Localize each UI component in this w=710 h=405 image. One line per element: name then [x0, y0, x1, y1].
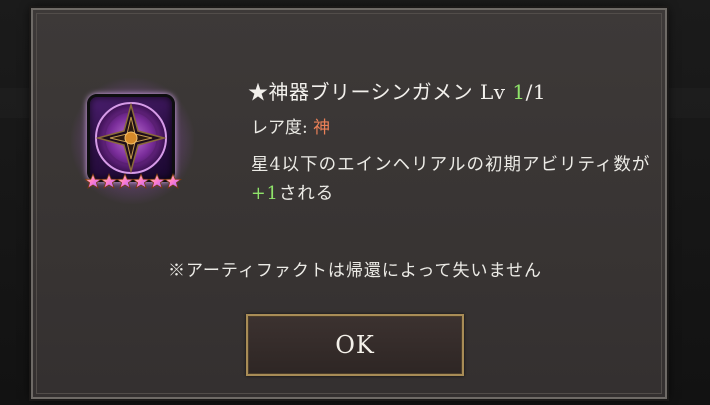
ok-button-label: OK	[335, 331, 375, 359]
level-separator: /	[525, 80, 533, 104]
artifact-title: ★神器ブリーシンガメン Lv 1/1	[248, 76, 546, 105]
level-label: Lv	[479, 80, 506, 104]
rarity-star	[148, 172, 166, 189]
description-highlight: +1	[251, 184, 279, 204]
rarity-label: レア度:	[251, 118, 308, 138]
description-text-end: される	[278, 184, 335, 204]
artifact-name: ★神器ブリーシンガメン	[248, 80, 474, 104]
level-current: 1	[512, 80, 526, 104]
rarity-stars	[85, 172, 182, 189]
rarity-star	[85, 172, 102, 189]
artifact-description: 星4以下のエインヘリアルの初期アビリティ数が +1される	[251, 151, 671, 209]
retention-notice: ※アーティファクトは帰還によって失いません	[167, 261, 543, 281]
rarity-line: レア度: 神	[251, 113, 330, 138]
level-max: 1	[532, 80, 547, 104]
rarity-star	[116, 172, 134, 189]
rarity-value: 神	[313, 118, 331, 138]
description-text: 星4以下のエインヘリアルの初期アビリティ数が	[251, 155, 651, 175]
rarity-star	[164, 172, 182, 189]
purple-shield-artifact-icon	[87, 94, 175, 182]
rarity-star	[100, 172, 118, 189]
ok-button[interactable]: OK	[246, 314, 464, 376]
rarity-star	[132, 172, 150, 189]
artifact-icon-container	[71, 78, 194, 204]
